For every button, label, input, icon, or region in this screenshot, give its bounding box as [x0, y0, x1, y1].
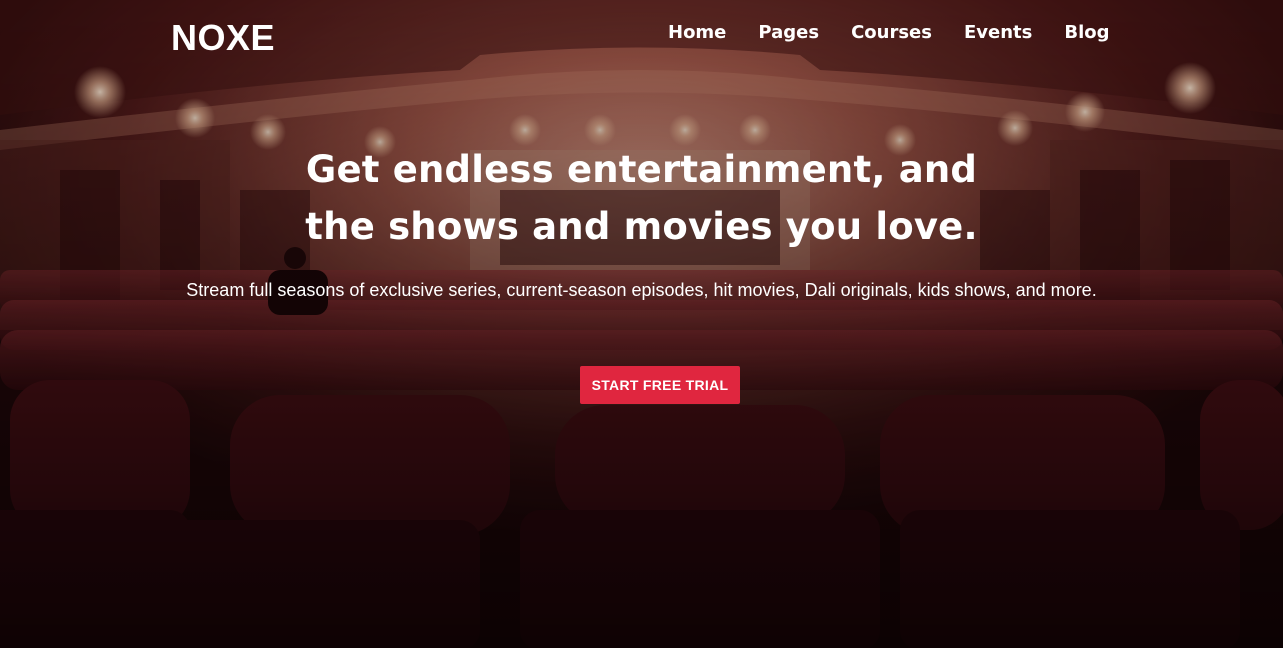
brand-logo[interactable]: NOXE: [171, 18, 275, 58]
main-nav: Home Pages Courses Events Blog: [652, 20, 1126, 46]
hero-subtitle: Stream full seasons of exclusive series,…: [186, 280, 1097, 300]
site-header: NOXE Home Pages Courses Events Blog: [0, 0, 1283, 70]
hero-headline-line1: Get endless entertainment, and: [305, 148, 978, 191]
nav-link-blog[interactable]: Blog: [1048, 20, 1125, 46]
hero-headline-line2: the shows and movies you love.: [305, 205, 978, 248]
hero-section: NOXE Home Pages Courses Events Blog Get …: [0, 0, 1283, 648]
nav-link-courses[interactable]: Courses: [835, 20, 948, 46]
nav-link-home[interactable]: Home: [652, 20, 742, 46]
hero-headline: Get endless entertainment, and the shows…: [0, 141, 1283, 255]
theater-background-image: [0, 0, 1283, 648]
nav-link-events[interactable]: Events: [948, 20, 1048, 46]
start-free-trial-button[interactable]: START FREE TRIAL: [580, 366, 740, 404]
nav-link-pages[interactable]: Pages: [742, 20, 835, 46]
